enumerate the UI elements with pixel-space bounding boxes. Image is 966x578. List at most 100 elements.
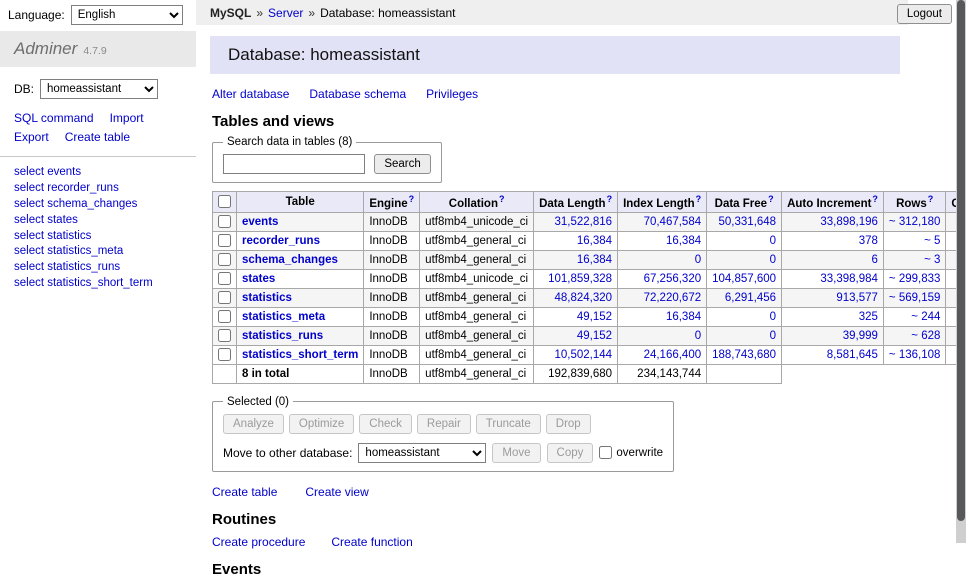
auto-increment-link[interactable]: 33,898,196 bbox=[820, 216, 878, 228]
rows-count-link[interactable]: ~ 628 bbox=[911, 330, 940, 342]
create-procedure-link[interactable]: Create procedure bbox=[212, 535, 305, 549]
total-index-length: 234,143,744 bbox=[618, 364, 707, 383]
table-name-link[interactable]: recorder_runs bbox=[242, 235, 320, 247]
language-select[interactable]: English bbox=[71, 5, 183, 25]
auto-increment-link[interactable]: 325 bbox=[859, 311, 878, 323]
create-table-link-main[interactable]: Create table bbox=[212, 485, 277, 499]
logout-button[interactable]: Logout bbox=[897, 4, 952, 24]
data-free-link[interactable]: 0 bbox=[770, 235, 776, 247]
collation-cell: utf8mb4_general_ci bbox=[420, 307, 534, 326]
privileges-link[interactable]: Privileges bbox=[426, 87, 478, 101]
data-length-link[interactable]: 49,152 bbox=[577, 330, 612, 342]
rows-count-link[interactable]: ~ 312,180 bbox=[889, 216, 940, 228]
table-name-link[interactable]: statistics bbox=[242, 292, 292, 304]
row-checkbox[interactable] bbox=[218, 234, 231, 247]
row-checkbox[interactable] bbox=[218, 291, 231, 304]
create-function-link[interactable]: Create function bbox=[331, 535, 412, 549]
rows-count-link[interactable]: ~ 244 bbox=[911, 311, 940, 323]
header-table: Table bbox=[237, 192, 364, 213]
sidebar-select-link-statistics-runs[interactable]: select statistics_runs bbox=[14, 260, 182, 276]
sidebar-select-link-recorder-runs[interactable]: select recorder_runs bbox=[14, 181, 182, 197]
sidebar-select-link-statistics[interactable]: select statistics bbox=[14, 229, 182, 245]
sidebar-table-links: select events select recorder_runs selec… bbox=[14, 165, 182, 292]
help-link[interactable]: ? bbox=[696, 194, 702, 204]
index-length-link[interactable]: 24,166,400 bbox=[644, 349, 702, 361]
auto-increment-link[interactable]: 6 bbox=[872, 254, 878, 266]
table-name-link[interactable]: events bbox=[242, 216, 278, 228]
rows-count-link[interactable]: ~ 136,108 bbox=[889, 349, 940, 361]
rows-count-link[interactable]: ~ 3 bbox=[924, 254, 940, 266]
sidebar-actions: SQL command Import Export Create table bbox=[14, 109, 182, 146]
db-select[interactable]: homeassistant bbox=[40, 79, 158, 99]
help-link[interactable]: ? bbox=[768, 194, 774, 204]
scrollbar-thumb[interactable] bbox=[957, 0, 965, 521]
data-free-link[interactable]: 104,857,600 bbox=[712, 273, 776, 285]
table-name-link[interactable]: statistics_runs bbox=[242, 330, 323, 342]
index-length-link[interactable]: 0 bbox=[695, 330, 701, 342]
auto-increment-link[interactable]: 33,398,984 bbox=[820, 273, 878, 285]
sql-command-link[interactable]: SQL command bbox=[14, 109, 94, 128]
select-all-checkbox[interactable] bbox=[218, 195, 231, 208]
help-link[interactable]: ? bbox=[872, 194, 878, 204]
data-length-link[interactable]: 10,502,144 bbox=[555, 349, 613, 361]
rows-count-link[interactable]: ~ 5 bbox=[924, 235, 940, 247]
help-link[interactable]: ? bbox=[928, 194, 934, 204]
export-link[interactable]: Export bbox=[14, 128, 49, 147]
search-button[interactable]: Search bbox=[374, 154, 430, 174]
table-name-link[interactable]: states bbox=[242, 273, 275, 285]
database-schema-link[interactable]: Database schema bbox=[309, 87, 406, 101]
data-free-link[interactable]: 6,291,456 bbox=[725, 292, 776, 304]
vertical-scrollbar[interactable] bbox=[956, 0, 966, 543]
data-free-link[interactable]: 0 bbox=[770, 330, 776, 342]
sidebar-select-link-schema-changes[interactable]: select schema_changes bbox=[14, 197, 182, 213]
row-checkbox[interactable] bbox=[218, 310, 231, 323]
index-length-link[interactable]: 16,384 bbox=[666, 235, 701, 247]
data-length-link[interactable]: 49,152 bbox=[577, 311, 612, 323]
alter-database-link[interactable]: Alter database bbox=[212, 87, 289, 101]
adminer-logo-link[interactable]: Adminer bbox=[14, 39, 77, 59]
move-db-select[interactable]: homeassistant bbox=[358, 443, 486, 463]
sidebar-select-link-statistics-meta[interactable]: select statistics_meta bbox=[14, 244, 182, 260]
auto-increment-link[interactable]: 39,999 bbox=[843, 330, 878, 342]
table-name-link[interactable]: schema_changes bbox=[242, 254, 338, 266]
table-name-link[interactable]: statistics_meta bbox=[242, 311, 325, 323]
row-checkbox[interactable] bbox=[218, 253, 231, 266]
data-free-link[interactable]: 0 bbox=[770, 254, 776, 266]
breadcrumb-mysql-link[interactable]: MySQL bbox=[210, 6, 251, 20]
data-free-link[interactable]: 0 bbox=[770, 311, 776, 323]
create-table-link[interactable]: Create table bbox=[65, 128, 130, 147]
data-free-link[interactable]: 50,331,648 bbox=[719, 216, 777, 228]
help-link[interactable]: ? bbox=[499, 194, 505, 204]
import-link[interactable]: Import bbox=[110, 109, 144, 128]
index-length-link[interactable]: 70,467,584 bbox=[644, 216, 702, 228]
breadcrumb-server-link[interactable]: Server bbox=[268, 6, 303, 20]
rows-count-link[interactable]: ~ 569,159 bbox=[889, 292, 940, 304]
auto-increment-link[interactable]: 8,581,645 bbox=[827, 349, 878, 361]
row-checkbox[interactable] bbox=[218, 215, 231, 228]
data-length-link[interactable]: 101,859,328 bbox=[548, 273, 612, 285]
overwrite-checkbox[interactable] bbox=[599, 446, 612, 459]
data-length-link[interactable]: 16,384 bbox=[577, 254, 612, 266]
index-length-link[interactable]: 0 bbox=[695, 254, 701, 266]
sidebar-select-link-statistics-short-term[interactable]: select statistics_short_term bbox=[14, 276, 182, 292]
row-checkbox[interactable] bbox=[218, 272, 231, 285]
data-length-link[interactable]: 16,384 bbox=[577, 235, 612, 247]
row-checkbox[interactable] bbox=[218, 348, 231, 361]
help-link[interactable]: ? bbox=[607, 194, 613, 204]
index-length-link[interactable]: 67,256,320 bbox=[644, 273, 702, 285]
index-length-link[interactable]: 16,384 bbox=[666, 311, 701, 323]
data-length-link[interactable]: 31,522,816 bbox=[555, 216, 613, 228]
create-view-link[interactable]: Create view bbox=[305, 485, 368, 499]
data-length-link[interactable]: 48,824,320 bbox=[555, 292, 613, 304]
rows-count-link[interactable]: ~ 299,833 bbox=[889, 273, 940, 285]
row-checkbox[interactable] bbox=[218, 329, 231, 342]
auto-increment-link[interactable]: 378 bbox=[859, 235, 878, 247]
data-free-link[interactable]: 188,743,680 bbox=[712, 349, 776, 361]
search-input[interactable] bbox=[223, 154, 365, 174]
table-name-link[interactable]: statistics_short_term bbox=[242, 349, 358, 361]
sidebar-select-link-events[interactable]: select events bbox=[14, 165, 182, 181]
sidebar-select-link-states[interactable]: select states bbox=[14, 213, 182, 229]
index-length-link[interactable]: 72,220,672 bbox=[644, 292, 702, 304]
help-link[interactable]: ? bbox=[409, 194, 415, 204]
auto-increment-link[interactable]: 913,577 bbox=[836, 292, 878, 304]
